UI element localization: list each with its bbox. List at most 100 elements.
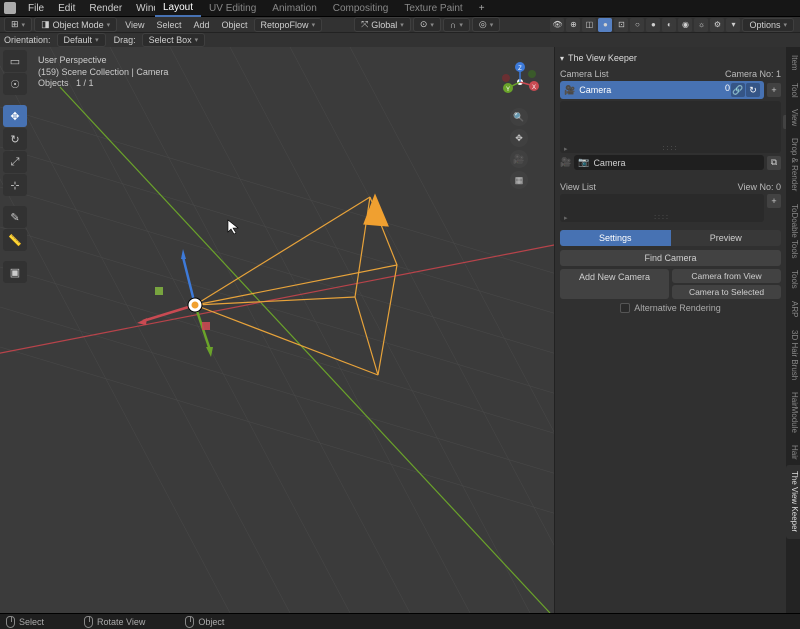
svg-text:Z: Z — [518, 66, 522, 72]
tool-add-primitive[interactable]: ▣ — [3, 261, 27, 283]
mouse-middle-icon — [84, 616, 93, 628]
workspace-tab-anim[interactable]: Animation — [264, 1, 324, 16]
find-camera-button[interactable]: Find Camera — [560, 250, 781, 266]
editor-type-dropdown[interactable]: ⊞▾ — [4, 17, 32, 32]
status-object: Object — [198, 617, 224, 627]
side-tab-hair[interactable]: Hair — [786, 439, 800, 466]
tool-transform[interactable]: ⊹ — [3, 174, 27, 196]
menu-render[interactable]: Render — [83, 1, 128, 16]
camera-list-box[interactable]: ▾ ▸:::: — [560, 101, 781, 153]
blender-logo-icon — [4, 2, 16, 14]
mouse-left-icon — [6, 616, 15, 628]
view-no-value: 0 — [776, 182, 781, 192]
objects-count: 1 / 1 — [76, 78, 94, 88]
workspace-tab-comp[interactable]: Compositing — [325, 1, 397, 16]
tab-settings[interactable]: Settings — [560, 230, 671, 246]
side-tab-3dhair[interactable]: 3D Hair Brush — [786, 324, 800, 386]
tool-cursor[interactable]: ☉ — [3, 73, 27, 95]
camera-small-icon: 📷 — [578, 157, 589, 168]
tool-move[interactable]: ✥ — [3, 105, 27, 127]
xray-icon[interactable]: ⊡ — [614, 18, 628, 32]
copy-camera-button[interactable]: ⧉ — [767, 156, 781, 170]
collapse-icon[interactable]: ▾ — [560, 54, 564, 63]
add-new-camera-button[interactable]: Add New Camera — [560, 269, 669, 299]
shading-render-icon[interactable]: ◉ — [678, 18, 692, 32]
menu-edit[interactable]: Edit — [52, 1, 81, 16]
side-tab-drop-render[interactable]: Drop & Render — [786, 132, 800, 197]
magnet-icon: ∩ — [450, 20, 456, 30]
side-tab-viewkeeper[interactable]: The View Keeper — [786, 465, 800, 538]
tool-annotate[interactable]: ✎ — [3, 206, 27, 228]
nav-move-icon[interactable]: ✥ — [510, 129, 528, 147]
camera-no-label: Camera No: — [725, 69, 774, 79]
proportional-dropdown[interactable]: ◎▾ — [472, 17, 500, 32]
workspace-tab-texture[interactable]: Texture Paint — [396, 1, 470, 16]
navigation-gizmo[interactable]: X Y Z — [498, 60, 542, 104]
side-tab-hairmodule[interactable]: HairModule — [786, 386, 800, 439]
tab-preview[interactable]: Preview — [671, 230, 782, 246]
visibility-icon[interactable]: 👁 — [550, 18, 564, 32]
orientation-select[interactable]: Default▾ — [57, 33, 106, 47]
add-camera-button[interactable]: + — [767, 83, 781, 97]
orientation-dropdown[interactable]: ⤧Global▾ — [354, 17, 411, 32]
camera-count: 0 — [725, 83, 730, 97]
view-list-box[interactable]: ▸:::: — [560, 194, 764, 222]
menu-select[interactable]: Select — [150, 19, 187, 31]
gear-icon[interactable]: ⚙ — [710, 18, 724, 32]
tool-scale[interactable]: ⤢ — [3, 151, 27, 173]
status-bar: Select Rotate View Object — [0, 613, 800, 629]
svg-text:X: X — [532, 85, 536, 91]
sidebar-tabs: Item Tool View Drop & Render ToDoable To… — [786, 47, 800, 613]
drag-select[interactable]: Select Box▾ — [142, 33, 206, 47]
side-tab-arp[interactable]: ARP — [786, 295, 800, 323]
camera-from-view-button[interactable]: Camera from View — [672, 269, 781, 283]
chevron-down-icon[interactable]: ▾ — [726, 18, 740, 32]
pivot-dropdown[interactable]: ⊙▾ — [413, 17, 441, 32]
menu-file[interactable]: File — [22, 1, 50, 16]
status-select: Select — [19, 617, 44, 627]
axes-icon: ⤧ — [361, 19, 368, 30]
shading-wire-icon[interactable]: ○ — [630, 18, 644, 32]
nav-perspective-icon[interactable]: ▦ — [510, 171, 528, 189]
side-tab-todoable[interactable]: ToDoable Tools — [786, 198, 800, 265]
gizmo-icon[interactable]: ⊕ — [566, 18, 580, 32]
options-dropdown[interactable]: Options▾ — [742, 18, 794, 32]
expand-icon[interactable]: ▸ — [564, 145, 570, 153]
refresh-icon[interactable]: ↻ — [746, 83, 760, 97]
workspace-tab-uv[interactable]: UV Editing — [201, 1, 264, 16]
camera-list-item[interactable]: 🎥 Camera 0 🔗 ↻ — [560, 81, 764, 99]
matcap-icon[interactable]: ● — [598, 18, 612, 32]
tool-measure[interactable]: 📏 — [3, 229, 27, 251]
nav-zoom-icon[interactable]: 🔍 — [510, 108, 528, 126]
proportional-icon: ◎ — [479, 19, 487, 30]
alt-render-label: Alternative Rendering — [634, 303, 721, 313]
side-tab-view[interactable]: View — [786, 103, 800, 132]
nav-camera-icon[interactable]: 🎥 — [510, 150, 528, 168]
camera-name-field[interactable]: 📷Camera — [574, 155, 764, 170]
render-icon[interactable]: ☼ — [694, 18, 708, 32]
shading-matprev-icon[interactable]: ◐ — [662, 18, 676, 32]
expand-view-icon[interactable]: ▸ — [564, 214, 570, 222]
overlay-icon[interactable]: ◫ — [582, 18, 596, 32]
side-tab-item[interactable]: Item — [786, 49, 800, 77]
grid-icon: ⊞ — [11, 19, 19, 30]
retopoflow-dropdown[interactable]: RetopoFlow▾ — [254, 18, 323, 32]
side-tab-tools[interactable]: Tools — [786, 264, 800, 295]
add-view-button[interactable]: + — [767, 194, 781, 208]
menu-view[interactable]: View — [119, 19, 150, 31]
mode-dropdown[interactable]: ◨Object Mode▾ — [34, 17, 117, 32]
tool-select-box[interactable]: ▭ — [3, 50, 27, 72]
menu-object[interactable]: Object — [216, 19, 254, 31]
shading-solid-icon[interactable]: ● — [646, 18, 660, 32]
menu-add[interactable]: Add — [188, 19, 216, 31]
tool-rotate[interactable]: ↻ — [3, 128, 27, 150]
movie-icon: 🎥 — [560, 157, 571, 168]
snap-dropdown[interactable]: ∩▾ — [443, 18, 470, 32]
camera-to-selected-button[interactable]: Camera to Selected — [672, 285, 781, 299]
alt-render-checkbox[interactable] — [620, 303, 630, 313]
link-icon[interactable]: 🔗 — [731, 83, 745, 97]
view-list-label: View List — [560, 182, 596, 192]
workspace-tab-add[interactable]: + — [471, 1, 493, 16]
workspace-tab-layout[interactable]: Layout — [155, 0, 201, 17]
side-tab-tool[interactable]: Tool — [786, 77, 800, 104]
